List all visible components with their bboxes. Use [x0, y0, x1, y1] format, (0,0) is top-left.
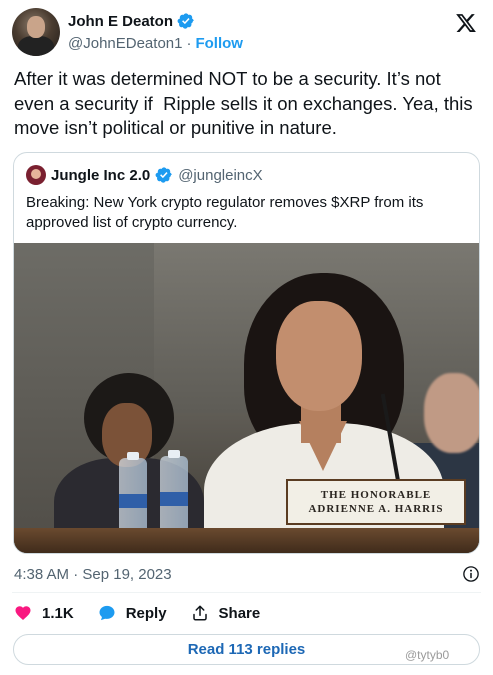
author-avatar[interactable] — [12, 8, 60, 56]
share-button[interactable]: Share — [191, 604, 261, 622]
verified-badge-icon — [177, 13, 194, 29]
share-icon — [192, 605, 207, 621]
info-icon[interactable] — [462, 565, 480, 583]
tweet-header: John E Deaton @JohnEDeaton1 · Follow — [12, 6, 481, 58]
like-button[interactable]: 1.1K — [14, 604, 74, 622]
reply-label: Reply — [125, 604, 167, 622]
quoted-header: Jungle Inc 2.0 @jungleincX — [26, 165, 263, 185]
nameplate-line1: THE HONORABLE — [320, 489, 432, 501]
heart-icon — [15, 606, 31, 621]
like-count: 1.1K — [42, 604, 74, 622]
author-name-row: John E Deaton — [68, 12, 195, 30]
verified-badge-icon — [155, 167, 172, 183]
quoted-author-name: Jungle Inc 2.0 — [51, 166, 151, 184]
action-bar: 1.1K Reply Share — [14, 603, 260, 623]
author-name[interactable]: John E Deaton — [68, 13, 173, 30]
tweet-timestamp[interactable]: 4:38 AM · Sep 19, 2023 — [14, 566, 172, 583]
nameplate: THE HONORABLE ADRIENNE A. HARRIS — [286, 479, 466, 525]
author-handle-row: @JohnEDeaton1 · Follow — [68, 35, 243, 52]
tweet-text: After it was determined NOT to be a secu… — [14, 68, 478, 138]
timestamp-row: 4:38 AM · Sep 19, 2023 — [14, 564, 480, 584]
share-label: Share — [218, 604, 261, 622]
author-handle[interactable]: @JohnEDeaton1 — [68, 35, 182, 52]
quoted-avatar — [26, 165, 46, 185]
divider — [12, 592, 481, 593]
reply-bubble-icon — [99, 605, 115, 621]
quoted-photo[interactable]: THE HONORABLE ADRIENNE A. HARRIS — [14, 243, 479, 553]
x-logo-icon[interactable] — [455, 12, 477, 34]
quoted-tweet-text: Breaking: New York crypto regulator remo… — [26, 194, 424, 231]
reply-button[interactable]: Reply — [98, 604, 167, 622]
watermark: @tytyb0 — [405, 648, 450, 662]
quoted-tweet-card[interactable]: Jungle Inc 2.0 @jungleincX Breaking: New… — [13, 152, 480, 554]
quoted-author-handle: @jungleincX — [178, 166, 263, 184]
dot-separator: · — [186, 35, 192, 52]
follow-button[interactable]: Follow — [195, 35, 243, 52]
nameplate-line2: ADRIENNE A. HARRIS — [308, 503, 444, 515]
